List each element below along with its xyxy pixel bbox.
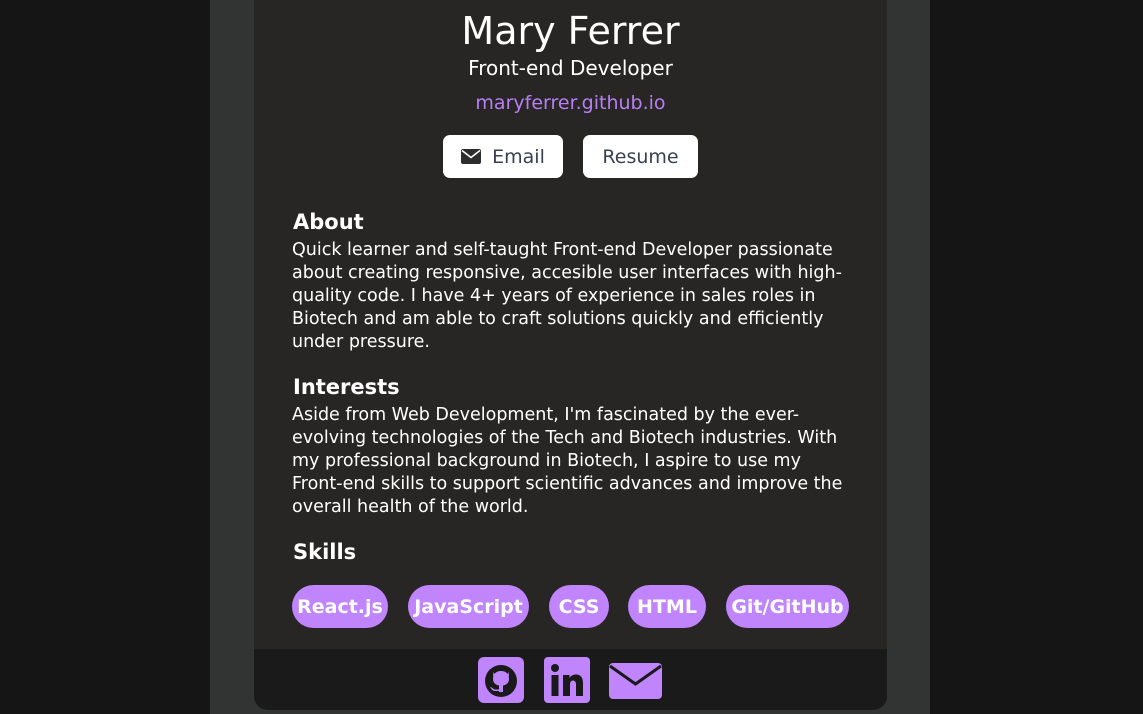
interests-heading: Interests [293, 375, 400, 399]
skill-badge-css: CSS [549, 585, 609, 628]
resume-button[interactable]: Resume [583, 135, 698, 178]
profile-title: Front-end Developer [468, 56, 673, 80]
github-icon[interactable] [478, 657, 524, 703]
website-link[interactable]: maryferrer.github.io [254, 90, 887, 116]
about-heading: About [293, 210, 364, 234]
skill-badge-git: Git/GitHub [726, 585, 849, 628]
skills-heading: Skills [293, 540, 357, 564]
profile-card: Mary Ferrer Front-end Developer maryferr… [254, 0, 887, 710]
resume-button-label: Resume [602, 145, 679, 168]
social-footer [254, 649, 887, 710]
linkedin-icon[interactable] [544, 657, 590, 703]
about-text: Quick learner and self-taught Front-end … [292, 240, 842, 352]
skill-badge-react: React.js [292, 585, 388, 628]
email-button-label: Email [492, 145, 545, 168]
envelope-icon [461, 149, 482, 164]
profile-name: Mary Ferrer [461, 9, 680, 53]
email-icon[interactable] [609, 657, 662, 703]
skill-badge-html: HTML [628, 585, 706, 628]
interests-text: Aside from Web Development, I'm fascinat… [292, 405, 843, 517]
skill-badge-javascript: JavaScript [408, 585, 529, 628]
email-button[interactable]: Email [443, 135, 563, 178]
